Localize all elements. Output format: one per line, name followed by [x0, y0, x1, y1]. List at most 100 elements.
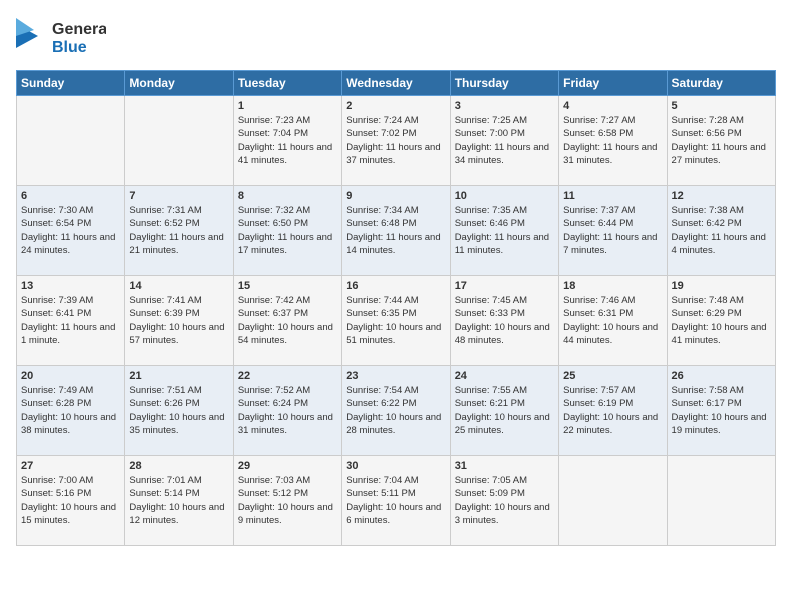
- day-detail: Sunrise: 7:45 AMSunset: 6:33 PMDaylight:…: [455, 294, 554, 347]
- calendar-cell: 5 Sunrise: 7:28 AMSunset: 6:56 PMDaylight…: [667, 96, 775, 186]
- day-detail: Sunrise: 7:39 AMSunset: 6:41 PMDaylight:…: [21, 294, 120, 347]
- page-header: GeneralBlue: [16, 16, 776, 58]
- day-number: 11: [563, 190, 662, 202]
- day-number: 1: [238, 100, 337, 112]
- day-detail: Sunrise: 7:57 AMSunset: 6:19 PMDaylight:…: [563, 384, 662, 437]
- day-number: 27: [21, 460, 120, 472]
- day-detail: Sunrise: 7:01 AMSunset: 5:14 PMDaylight:…: [129, 474, 228, 527]
- day-detail: Sunrise: 7:54 AMSunset: 6:22 PMDaylight:…: [346, 384, 445, 437]
- day-number: 28: [129, 460, 228, 472]
- day-number: 29: [238, 460, 337, 472]
- day-number: 17: [455, 280, 554, 292]
- day-number: 13: [21, 280, 120, 292]
- day-detail: Sunrise: 7:44 AMSunset: 6:35 PMDaylight:…: [346, 294, 445, 347]
- weekday-header-wednesday: Wednesday: [342, 71, 450, 96]
- calendar-week-row: 13 Sunrise: 7:39 AMSunset: 6:41 PMDayligh…: [17, 276, 776, 366]
- day-number: 25: [563, 370, 662, 382]
- day-detail: Sunrise: 7:04 AMSunset: 5:11 PMDaylight:…: [346, 474, 445, 527]
- calendar-cell: 3 Sunrise: 7:25 AMSunset: 7:00 PMDaylight…: [450, 96, 558, 186]
- calendar-cell: 23 Sunrise: 7:54 AMSunset: 6:22 PMDayligh…: [342, 366, 450, 456]
- svg-text:General: General: [52, 21, 106, 38]
- calendar-table: SundayMondayTuesdayWednesdayThursdayFrid…: [16, 70, 776, 546]
- day-number: 2: [346, 100, 445, 112]
- day-detail: Sunrise: 7:05 AMSunset: 5:09 PMDaylight:…: [455, 474, 554, 527]
- day-number: 5: [672, 100, 771, 112]
- day-number: 31: [455, 460, 554, 472]
- logo-svg: GeneralBlue: [16, 16, 106, 58]
- day-number: 18: [563, 280, 662, 292]
- day-detail: Sunrise: 7:34 AMSunset: 6:48 PMDaylight:…: [346, 204, 445, 257]
- calendar-cell: 29Sunrise: 7:03 AMSunset: 5:12 PMDayligh…: [233, 456, 341, 546]
- day-number: 19: [672, 280, 771, 292]
- day-number: 3: [455, 100, 554, 112]
- weekday-header-sunday: Sunday: [17, 71, 125, 96]
- day-detail: Sunrise: 7:30 AMSunset: 6:54 PMDaylight:…: [21, 204, 120, 257]
- day-number: 24: [455, 370, 554, 382]
- calendar-cell: 15 Sunrise: 7:42 AMSunset: 6:37 PMDayligh…: [233, 276, 341, 366]
- calendar-week-row: 27 Sunrise: 7:00 AMSunset: 5:16 PMDayligh…: [17, 456, 776, 546]
- weekday-header-friday: Friday: [559, 71, 667, 96]
- day-detail: Sunrise: 7:24 AMSunset: 7:02 PMDaylight:…: [346, 114, 445, 167]
- day-detail: Sunrise: 7:35 AMSunset: 6:46 PMDaylight:…: [455, 204, 554, 257]
- calendar-cell: 13 Sunrise: 7:39 AMSunset: 6:41 PMDayligh…: [17, 276, 125, 366]
- day-detail: Sunrise: 7:42 AMSunset: 6:37 PMDaylight:…: [238, 294, 337, 347]
- calendar-cell: 22 Sunrise: 7:52 AMSunset: 6:24 PMDayligh…: [233, 366, 341, 456]
- calendar-cell: 7Sunrise: 7:31 AMSunset: 6:52 PMDaylight…: [125, 186, 233, 276]
- day-detail: Sunrise: 7:49 AMSunset: 6:28 PMDaylight:…: [21, 384, 120, 437]
- day-number: 4: [563, 100, 662, 112]
- day-detail: Sunrise: 7:51 AMSunset: 6:26 PMDaylight:…: [129, 384, 228, 437]
- calendar-cell: 1Sunrise: 7:23 AMSunset: 7:04 PMDaylight…: [233, 96, 341, 186]
- calendar-cell: 19 Sunrise: 7:48 AMSunset: 6:29 PMDayligh…: [667, 276, 775, 366]
- calendar-cell: 18Sunrise: 7:46 AMSunset: 6:31 PMDayligh…: [559, 276, 667, 366]
- calendar-cell: 21 Sunrise: 7:51 AMSunset: 6:26 PMDayligh…: [125, 366, 233, 456]
- calendar-cell: 11 Sunrise: 7:37 AMSunset: 6:44 PMDayligh…: [559, 186, 667, 276]
- day-number: 8: [238, 190, 337, 202]
- day-detail: Sunrise: 7:52 AMSunset: 6:24 PMDaylight:…: [238, 384, 337, 437]
- calendar-cell: [667, 456, 775, 546]
- calendar-cell: 30Sunrise: 7:04 AMSunset: 5:11 PMDayligh…: [342, 456, 450, 546]
- day-number: 16: [346, 280, 445, 292]
- day-number: 22: [238, 370, 337, 382]
- calendar-cell: 27 Sunrise: 7:00 AMSunset: 5:16 PMDayligh…: [17, 456, 125, 546]
- calendar-cell: 25 Sunrise: 7:57 AMSunset: 6:19 PMDayligh…: [559, 366, 667, 456]
- day-number: 15: [238, 280, 337, 292]
- calendar-cell: 26 Sunrise: 7:58 AMSunset: 6:17 PMDayligh…: [667, 366, 775, 456]
- calendar-cell: 16 Sunrise: 7:44 AMSunset: 6:35 PMDayligh…: [342, 276, 450, 366]
- calendar-cell: 17 Sunrise: 7:45 AMSunset: 6:33 PMDayligh…: [450, 276, 558, 366]
- calendar-cell: 8Sunrise: 7:32 AMSunset: 6:50 PMDaylight…: [233, 186, 341, 276]
- day-number: 14: [129, 280, 228, 292]
- day-number: 23: [346, 370, 445, 382]
- calendar-cell: 24 Sunrise: 7:55 AMSunset: 6:21 PMDayligh…: [450, 366, 558, 456]
- day-number: 21: [129, 370, 228, 382]
- day-detail: Sunrise: 7:38 AMSunset: 6:42 PMDaylight:…: [672, 204, 771, 257]
- day-number: 26: [672, 370, 771, 382]
- day-detail: Sunrise: 7:58 AMSunset: 6:17 PMDaylight:…: [672, 384, 771, 437]
- calendar-week-row: 1Sunrise: 7:23 AMSunset: 7:04 PMDaylight…: [17, 96, 776, 186]
- weekday-header-monday: Monday: [125, 71, 233, 96]
- day-detail: Sunrise: 7:27 AMSunset: 6:58 PMDaylight:…: [563, 114, 662, 167]
- calendar-cell: [17, 96, 125, 186]
- calendar-week-row: 20 Sunrise: 7:49 AMSunset: 6:28 PMDayligh…: [17, 366, 776, 456]
- day-detail: Sunrise: 7:00 AMSunset: 5:16 PMDaylight:…: [21, 474, 120, 527]
- svg-text:Blue: Blue: [52, 39, 87, 56]
- calendar-cell: 10 Sunrise: 7:35 AMSunset: 6:46 PMDayligh…: [450, 186, 558, 276]
- day-detail: Sunrise: 7:25 AMSunset: 7:00 PMDaylight:…: [455, 114, 554, 167]
- day-detail: Sunrise: 7:48 AMSunset: 6:29 PMDaylight:…: [672, 294, 771, 347]
- calendar-cell: 14 Sunrise: 7:41 AMSunset: 6:39 PMDayligh…: [125, 276, 233, 366]
- calendar-week-row: 6Sunrise: 7:30 AMSunset: 6:54 PMDaylight…: [17, 186, 776, 276]
- day-number: 12: [672, 190, 771, 202]
- weekday-header-saturday: Saturday: [667, 71, 775, 96]
- calendar-cell: 20 Sunrise: 7:49 AMSunset: 6:28 PMDayligh…: [17, 366, 125, 456]
- day-number: 10: [455, 190, 554, 202]
- day-detail: Sunrise: 7:55 AMSunset: 6:21 PMDaylight:…: [455, 384, 554, 437]
- weekday-header-thursday: Thursday: [450, 71, 558, 96]
- day-detail: Sunrise: 7:28 AMSunset: 6:56 PMDaylight:…: [672, 114, 771, 167]
- calendar-cell: 31 Sunrise: 7:05 AMSunset: 5:09 PMDayligh…: [450, 456, 558, 546]
- day-number: 9: [346, 190, 445, 202]
- calendar-cell: 12 Sunrise: 7:38 AMSunset: 6:42 PMDayligh…: [667, 186, 775, 276]
- day-number: 20: [21, 370, 120, 382]
- day-detail: Sunrise: 7:37 AMSunset: 6:44 PMDaylight:…: [563, 204, 662, 257]
- calendar-header-row: SundayMondayTuesdayWednesdayThursdayFrid…: [17, 71, 776, 96]
- calendar-cell: 9 Sunrise: 7:34 AMSunset: 6:48 PMDaylight…: [342, 186, 450, 276]
- day-detail: Sunrise: 7:41 AMSunset: 6:39 PMDaylight:…: [129, 294, 228, 347]
